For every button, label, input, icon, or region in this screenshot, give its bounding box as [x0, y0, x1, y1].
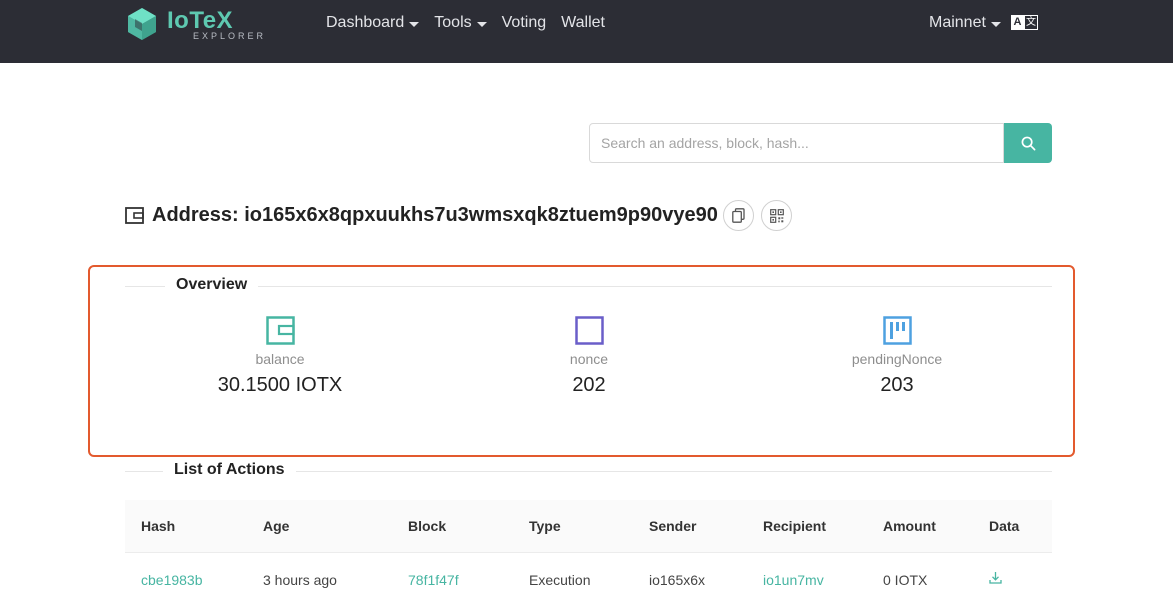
translate-icon[interactable]: A 文 [1011, 15, 1038, 30]
row-sender: io165x6x [649, 572, 706, 588]
col-block[interactable]: Block [408, 518, 446, 534]
nav-dashboard[interactable]: Dashboard [326, 12, 420, 34]
search-input[interactable] [589, 123, 1004, 163]
iotex-logo-icon [128, 8, 156, 40]
row-type: Execution [529, 572, 591, 588]
address-title: Address: io165x6x8qpxuukhs7u3wmsxqk8ztue… [152, 203, 718, 226]
row-block-link[interactable]: 78f1f47f [408, 572, 459, 588]
chevron-down-icon [476, 21, 487, 27]
nav-tools[interactable]: Tools [434, 12, 487, 34]
col-data[interactable]: Data [989, 518, 1019, 534]
col-hash[interactable]: Hash [141, 518, 175, 534]
copy-address-button[interactable] [723, 200, 754, 231]
col-age[interactable]: Age [263, 518, 289, 534]
nav-wallet[interactable]: Wallet [561, 12, 605, 34]
search-bar [589, 123, 1052, 163]
nav-voting-label: Voting [501, 14, 547, 31]
col-type[interactable]: Type [529, 518, 561, 534]
row-age: 3 hours ago [263, 572, 337, 588]
qr-code-icon [769, 208, 784, 223]
overview-highlight-box [88, 265, 1075, 457]
row-hash-link[interactable]: cbe1983b [141, 572, 203, 588]
table-row: cbe1983b 3 hours ago 78f1f47f Execution … [125, 553, 1052, 603]
chevron-down-icon [990, 21, 1001, 27]
iotex-logo[interactable]: IoTeX EXPLORER [125, 7, 263, 43]
col-recipient[interactable]: Recipient [763, 518, 826, 534]
network-selector[interactable]: Mainnet [929, 12, 1001, 34]
search-button[interactable] [1004, 123, 1052, 163]
row-amount: 0 IOTX [883, 572, 928, 588]
top-navbar: IoTeX EXPLORER Dashboard Tools Voting Wa… [0, 0, 1173, 63]
col-amount[interactable]: Amount [883, 518, 936, 534]
actions-table: Hash Age Block Type Sender Recipient Amo… [125, 500, 1052, 603]
qr-code-button[interactable] [761, 200, 792, 231]
logo-subtitle: EXPLORER [193, 31, 267, 41]
nav-voting[interactable]: Voting [502, 12, 546, 34]
col-sender[interactable]: Sender [649, 518, 696, 534]
copy-icon [732, 208, 745, 223]
row-recipient-link[interactable]: io1un7mv [763, 572, 824, 588]
wallet-icon [125, 206, 144, 224]
chevron-down-icon [409, 21, 420, 27]
search-icon [1021, 136, 1035, 150]
download-icon[interactable] [989, 571, 1002, 587]
address-heading: Address: io165x6x8qpxuukhs7u3wmsxqk8ztue… [125, 200, 718, 230]
nav-dashboard-label: Dashboard [326, 14, 405, 31]
actions-title: List of Actions [163, 461, 296, 479]
table-header: Hash Age Block Type Sender Recipient Amo… [125, 500, 1052, 553]
main-nav: Dashboard Tools Voting Wallet [326, 12, 620, 34]
nav-tools-label: Tools [434, 14, 472, 31]
network-label: Mainnet [929, 14, 986, 31]
nav-wallet-label: Wallet [561, 14, 605, 31]
